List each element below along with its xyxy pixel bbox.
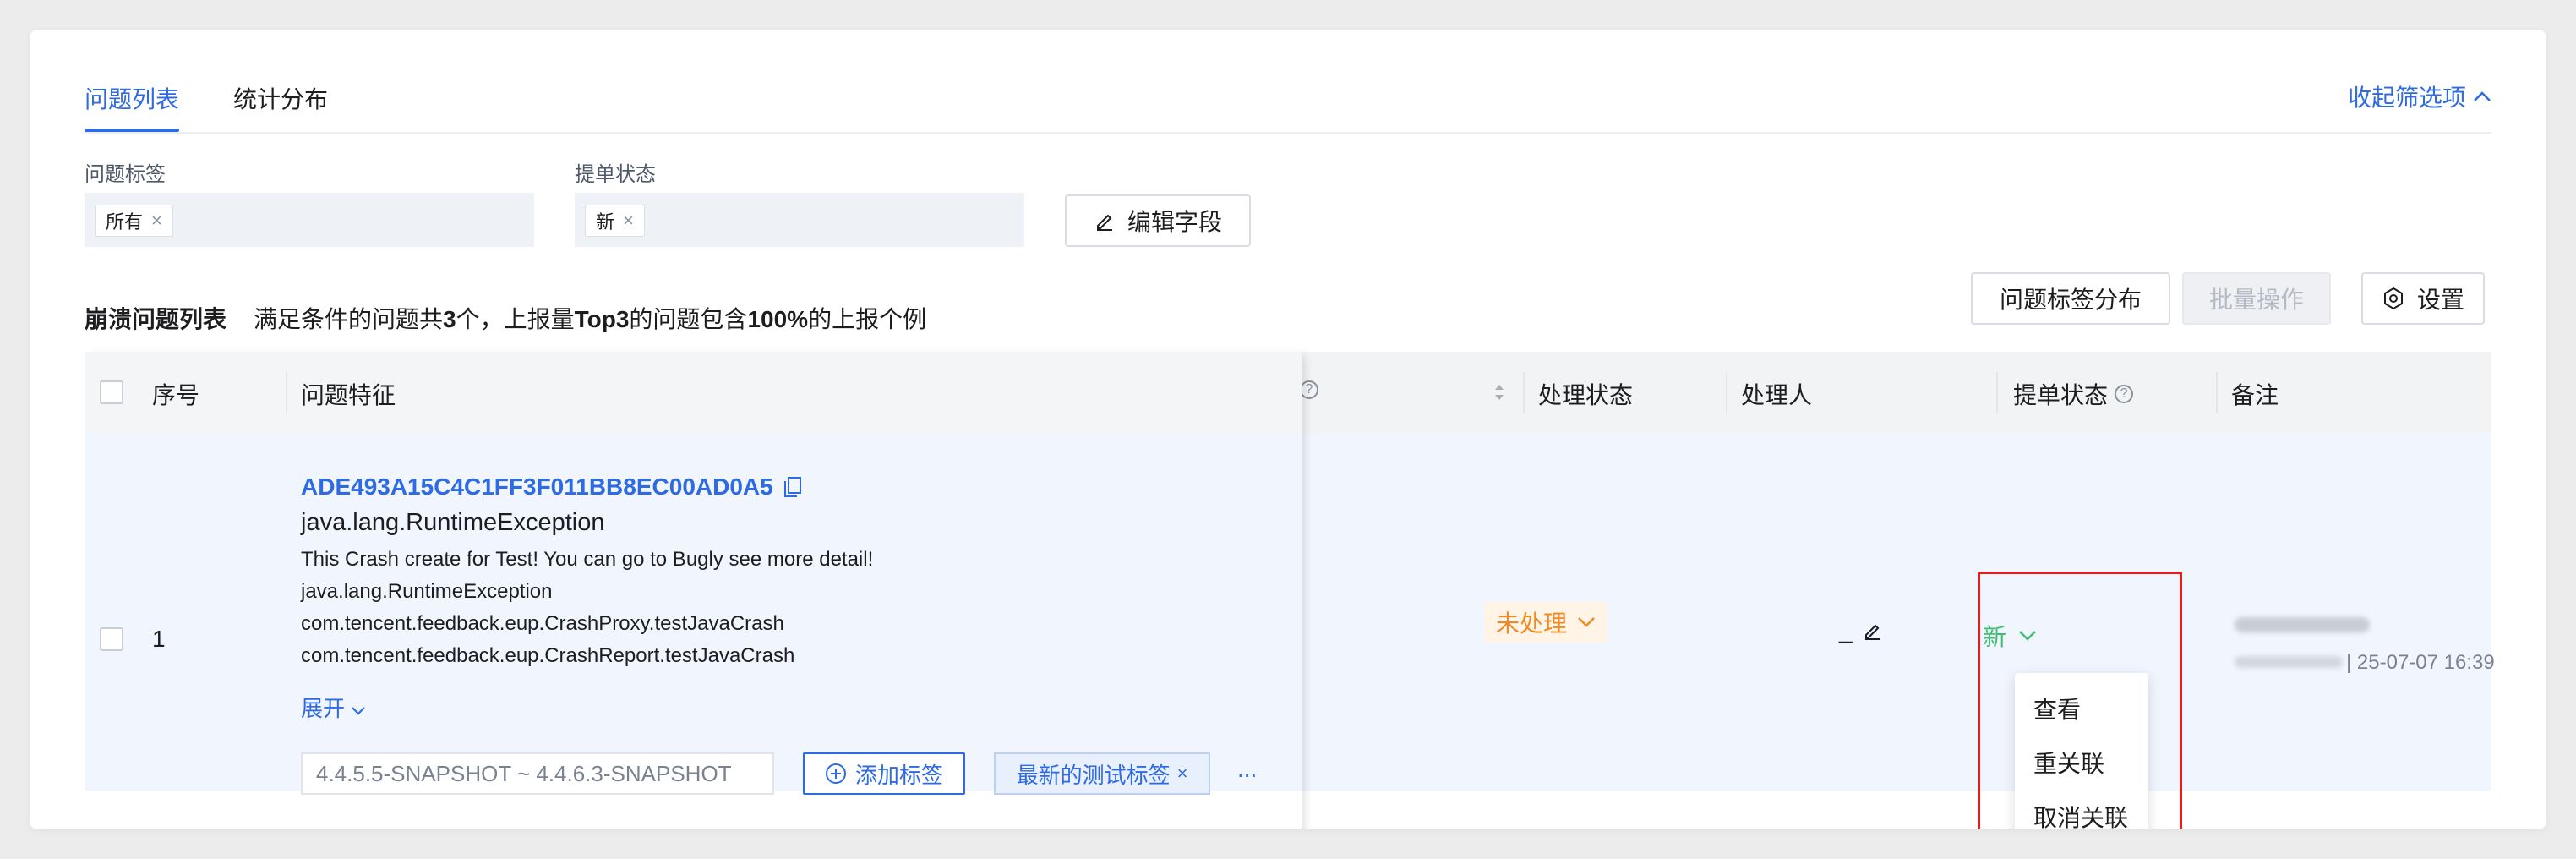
expand-link[interactable]: 展开 [301, 692, 366, 723]
tag-filter-chip: 所有 × [95, 205, 173, 237]
batch-ops-button[interactable]: 批量操作 [2182, 272, 2331, 325]
close-icon[interactable]: × [151, 210, 162, 232]
settings-label: 设置 [2416, 287, 2464, 313]
handler-cell: _ [1839, 617, 1883, 644]
chevron-down-icon [1578, 617, 1595, 627]
header-submit-status-label: 提单状态 [2013, 382, 2109, 408]
stack-line: com.tencent.feedback.eup.CrashReport.tes… [301, 644, 795, 667]
plus-circle-icon [825, 763, 846, 784]
add-tag-label: 添加标签 [854, 762, 943, 788]
highlight-box [1978, 572, 2182, 829]
summary-suffix: 的上报个例 [808, 306, 927, 332]
submit-filter-select[interactable]: 新 × [575, 193, 1024, 247]
submit-filter-chip-label: 新 [596, 211, 615, 233]
column-divider [2216, 372, 2218, 413]
column-divider [1523, 372, 1525, 413]
header-process-status: 处理状态 [1538, 382, 1634, 408]
tab-divider [85, 132, 2491, 134]
gear-icon [2383, 287, 2403, 310]
help-icon[interactable]: ? [2115, 385, 2134, 403]
column-divider [1726, 372, 1727, 413]
frozen-header-bg [85, 352, 1302, 433]
expand-label: 展开 [301, 696, 346, 721]
select-all-checkbox[interactable] [100, 380, 123, 404]
summary-percent: 100% [747, 306, 809, 332]
close-icon[interactable]: × [1177, 763, 1188, 785]
active-tab-indicator [85, 129, 179, 132]
settings-button[interactable]: 设置 [2361, 272, 2485, 325]
submit-filter-label: 提单状态 [575, 163, 656, 186]
summary-prefix: 满足条件的问题共 [254, 306, 444, 332]
tag-distribution-button[interactable]: 问题标签分布 [1971, 272, 2170, 325]
tab-issue-list[interactable]: 问题列表 [85, 81, 179, 115]
batch-ops-label: 批量操作 [2208, 287, 2304, 313]
frozen-columns: 序号 问题特征 1 ADE493A15C4C1FF3F011BB8EC00AD0… [85, 352, 1302, 829]
copy-icon[interactable] [783, 476, 802, 498]
help-icon[interactable]: ? [1300, 380, 1318, 399]
issue-id-text: ADE493A15C4C1FF3F011BB8EC00AD0A5 [301, 473, 773, 500]
process-status-dropdown[interactable]: 未处理 [1484, 602, 1608, 643]
summary-count: 3 [443, 306, 456, 332]
chevron-down-icon [352, 707, 366, 715]
add-tag-button[interactable]: 添加标签 [803, 752, 965, 795]
tab-statistics[interactable]: 统计分布 [233, 81, 328, 115]
tag-distribution-label: 问题标签分布 [1999, 287, 2142, 313]
stack-line: This Crash create for Test! You can go t… [301, 548, 874, 571]
chevron-up-icon [2474, 91, 2491, 101]
collapse-filter-label: 收起筛选项 [2347, 85, 2466, 111]
edit-icon [1096, 214, 1112, 231]
frozen-rest-bg [85, 791, 1302, 829]
tag-filter-chip-label: 所有 [106, 211, 144, 233]
tag-filter-select[interactable]: 所有 × [85, 193, 534, 247]
header-handler: 处理人 [1741, 382, 1813, 408]
stack-line: java.lang.RuntimeException [301, 580, 553, 603]
note-time: | 25-07-07 16:39 [2346, 651, 2495, 674]
summary-top: Top3 [574, 306, 630, 332]
header-feature: 问题特征 [301, 382, 396, 408]
tag-filter-label: 问题标签 [85, 163, 166, 186]
more-tags-button[interactable]: ... [1237, 756, 1257, 783]
sort-icon[interactable] [1493, 380, 1506, 404]
header-index: 序号 [152, 382, 200, 408]
edit-icon[interactable] [1863, 621, 1883, 641]
column-divider [286, 372, 287, 413]
note-author-blurred [2235, 617, 2370, 632]
process-status-value: 未处理 [1496, 610, 1568, 637]
note-time-value: 25-07-07 16:39 [2356, 651, 2495, 674]
column-divider [1996, 372, 1998, 413]
row-index: 1 [152, 626, 166, 652]
handler-value: _ [1839, 617, 1853, 643]
header-submit-status: 提单状态 ? [2013, 377, 2134, 411]
issue-tag-label: 最新的测试标签 [1016, 762, 1171, 788]
exception-name: java.lang.RuntimeException [301, 509, 605, 536]
row-checkbox[interactable] [100, 627, 123, 651]
list-summary: 满足条件的问题共3个，上报量Top3的问题包含100%的上报个例 [254, 301, 926, 335]
issue-tag: 最新的测试标签 × [994, 752, 1210, 795]
note-meta-blurred [2235, 656, 2343, 668]
edit-fields-label: 编辑字段 [1127, 209, 1222, 235]
version-range: 4.4.5.5-SNAPSHOT ~ 4.4.6.3-SNAPSHOT [301, 752, 774, 795]
list-title: 崩溃问题列表 [85, 306, 227, 332]
issue-list-card: 问题列表 统计分布 收起筛选项 问题标签 所有 × 提单状态 新 × 编辑字段 … [30, 30, 2546, 829]
header-note: 备注 [2231, 382, 2279, 408]
issue-id-link[interactable]: ADE493A15C4C1FF3F011BB8EC00AD0A5 [301, 473, 802, 501]
summary-mid2: 的问题包含 [629, 306, 748, 332]
edit-fields-button[interactable]: 编辑字段 [1065, 194, 1251, 247]
collapse-filter-button[interactable]: 收起筛选项 [2348, 79, 2491, 113]
close-icon[interactable]: × [623, 210, 634, 232]
summary-mid1: 个，上报量 [456, 306, 575, 332]
submit-filter-chip: 新 × [585, 205, 645, 237]
stack-line: com.tencent.feedback.eup.CrashProxy.test… [301, 612, 784, 635]
